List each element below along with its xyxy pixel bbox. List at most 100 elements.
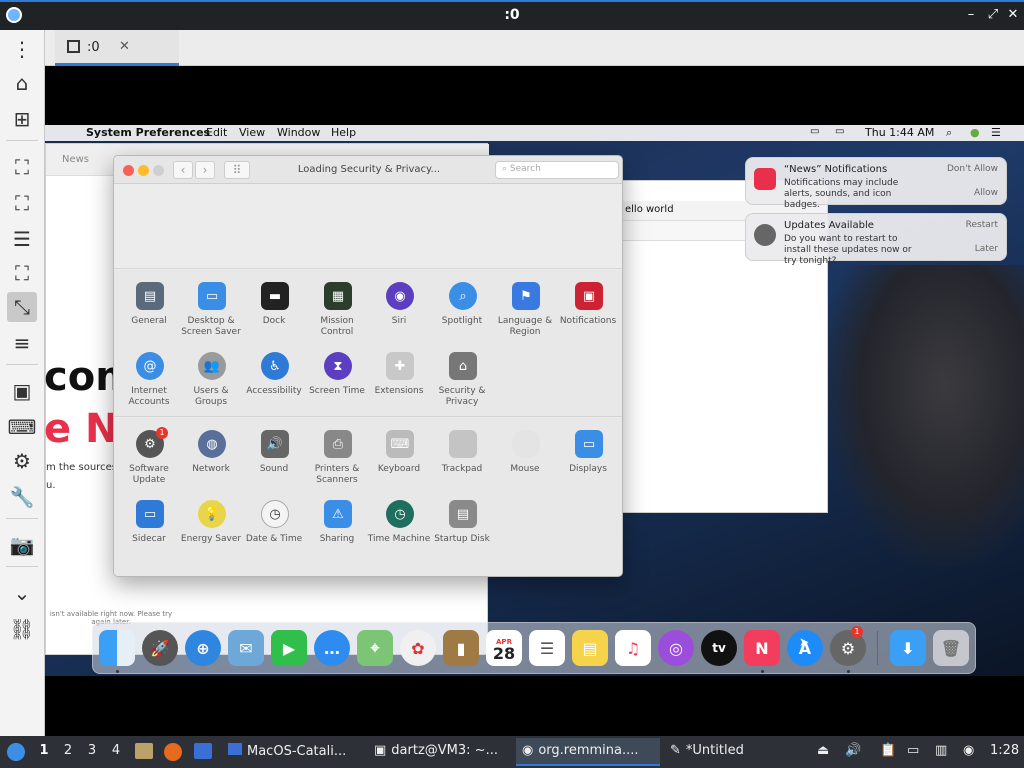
workspace-4[interactable]: 4 [109,743,123,758]
pref-mission-control[interactable]: ▦ Mission Control [304,282,370,352]
zoom-traffic-light[interactable] [153,165,164,176]
back-button[interactable]: ‹ [173,161,193,179]
contacts-icon[interactable]: ▮ [443,630,479,666]
fullscreen-icon[interactable]: ⛶ [7,188,37,218]
calendar-icon[interactable]: APR 28 [486,630,522,666]
later-button[interactable]: Later [975,244,998,254]
volume-icon[interactable]: 🔊 [845,743,861,758]
mail-icon[interactable]: ✉ [228,630,264,666]
notification-updates[interactable]: Updates Available Do you want to restart… [745,213,1007,266]
switch-tab-icon[interactable]: ≡ [7,328,37,358]
pref-displays[interactable]: ▭ Displays [555,430,621,500]
pref-language[interactable]: ⚑ Language & Region [492,282,558,352]
forward-button[interactable]: › [195,161,215,179]
trash-icon[interactable]: 🗑 [933,630,969,666]
maximize-button[interactable]: ⤢ [984,6,1002,24]
pref-energy[interactable]: 💡 Energy Saver [178,500,244,570]
dont-allow-button[interactable]: Don't Allow [947,164,998,174]
pref-extensions[interactable]: ✚ Extensions [366,352,432,422]
tools-icon[interactable]: 🔧 [7,482,37,512]
pref-network[interactable]: ◍ Network [178,430,244,500]
remote-desktop[interactable]: System Preferences Edit View Window Help… [45,66,1024,736]
messages-icon[interactable]: … [314,630,350,666]
multi-monitor-icon[interactable]: ☰ [7,224,37,254]
syspref-search[interactable]: ⌕ Search [495,161,619,179]
disconnect-icon[interactable]: ⛓ [7,614,37,644]
photos-icon[interactable]: ✿ [400,630,436,666]
fit-window-icon[interactable]: ⛶ [7,152,37,182]
pref-siri[interactable]: ◉ Siri [366,282,432,352]
task-macos[interactable]: MacOS-Catali... [222,738,364,766]
pref-sharing[interactable]: ⚠ Sharing [304,500,370,570]
pref-general[interactable]: ▤ General [116,282,182,352]
pref-sound[interactable]: 🔊 Sound [241,430,307,500]
pref-startup-disk[interactable]: ▤ Startup Disk [429,500,495,570]
pref-time-machine[interactable]: ◷ Time Machine [366,500,432,570]
menubar-clock[interactable]: Thu 1:44 AM [865,126,934,139]
close-button[interactable]: ✕ [1004,6,1022,24]
pin-toolbar-icon[interactable]: ▣ [7,376,37,406]
music-icon[interactable]: ♫ [615,630,651,666]
new-connection-icon[interactable]: ⊞ [7,104,37,134]
home-icon[interactable]: ⌂ [7,68,37,98]
start-menu-icon[interactable] [7,743,25,761]
close-traffic-light[interactable] [123,165,134,176]
preferences-icon[interactable]: ⚙ [7,446,37,476]
notification-news[interactable]: “News” Notifications Notifications may i… [745,157,1007,210]
safari-icon[interactable]: ⊕ [185,630,221,666]
pref-printers[interactable]: ⎙ Printers & Scanners [304,430,370,500]
menu-help[interactable]: Help [331,126,356,139]
downloads-folder-icon[interactable]: ⬇ [890,630,926,666]
menu-app[interactable]: System Preferences [86,126,210,139]
tv-icon[interactable]: tv [701,630,737,666]
file-manager-icon[interactable] [135,743,153,759]
keyboard-icon[interactable]: ⌨ [7,412,37,442]
pref-accessibility[interactable]: ♿ Accessibility [241,352,307,422]
eject-icon[interactable]: ⏏ [817,743,829,758]
clipboard-icon[interactable]: 📋 [880,743,896,758]
task-remmina[interactable]: ◉ org.remmina.... [516,738,660,766]
pref-sidecar[interactable]: ▭ Sidecar [116,500,182,570]
allow-button[interactable]: Allow [974,188,998,198]
tray-app-icon[interactable]: ◉ [963,743,974,758]
macos-desktop[interactable]: System Preferences Edit View Window Help… [45,125,1024,676]
menu-view[interactable]: View [239,126,265,139]
display-icon[interactable]: ▭ [835,126,844,137]
news-dock-icon[interactable]: N [744,630,780,666]
finder-icon[interactable] [99,630,135,666]
minimize-traffic-light[interactable] [138,165,149,176]
pref-software-update[interactable]: ⚙ 1 Software Update [116,427,182,500]
workspace-3[interactable]: 3 [85,743,99,758]
pref-desktop[interactable]: ▭ Desktop & Screen Saver [178,282,244,352]
network-icon[interactable]: ▭ [907,743,919,758]
tab-close-icon[interactable]: ✕ [119,39,130,54]
pref-mouse[interactable]: Mouse [492,430,558,500]
siri-icon[interactable]: ● [970,126,980,139]
notes-icon[interactable]: ▤ [572,630,608,666]
screenshot-icon[interactable]: 📷 [7,530,37,560]
taskbar-clock[interactable]: 1:28 [990,743,1019,758]
pref-spotlight[interactable]: ⌕ Spotlight [429,282,495,352]
flag-icon[interactable]: ▭ [810,126,819,137]
task-terminal[interactable]: ▣ dartz@VM3: ~... [368,738,512,766]
menu-window[interactable]: Window [277,126,320,139]
pref-notifications[interactable]: ▣ Notifications [555,282,621,352]
pref-trackpad[interactable]: Trackpad [429,430,495,500]
podcasts-icon[interactable]: ◎ [658,630,694,666]
reminders-icon[interactable]: ☰ [529,630,565,666]
menu-more-icon[interactable]: ⋮ [7,34,37,64]
pref-dock[interactable]: ▬ Dock [241,282,307,352]
scale-icon[interactable]: ⛶ [7,258,37,288]
dynamic-resolution-icon[interactable]: ⤡ [7,292,37,322]
task-untitled[interactable]: ✎ *Untitled [664,738,796,766]
maps-icon[interactable]: ⌖ [357,630,393,666]
tab-connection[interactable]: :0 ✕ [55,30,179,66]
facetime-icon[interactable]: ▶ [271,630,307,666]
spotlight-icon[interactable]: ⌕ [946,126,952,140]
launchpad-icon[interactable]: 🚀 [142,630,178,666]
show-all-button[interactable]: ⠿ [224,161,250,179]
workspace-2[interactable]: 2 [61,743,75,758]
minimize-toolbar-icon[interactable]: ⌄ [7,578,37,608]
restart-button[interactable]: Restart [966,220,998,230]
pref-users[interactable]: 👥 Users & Groups [178,352,244,422]
